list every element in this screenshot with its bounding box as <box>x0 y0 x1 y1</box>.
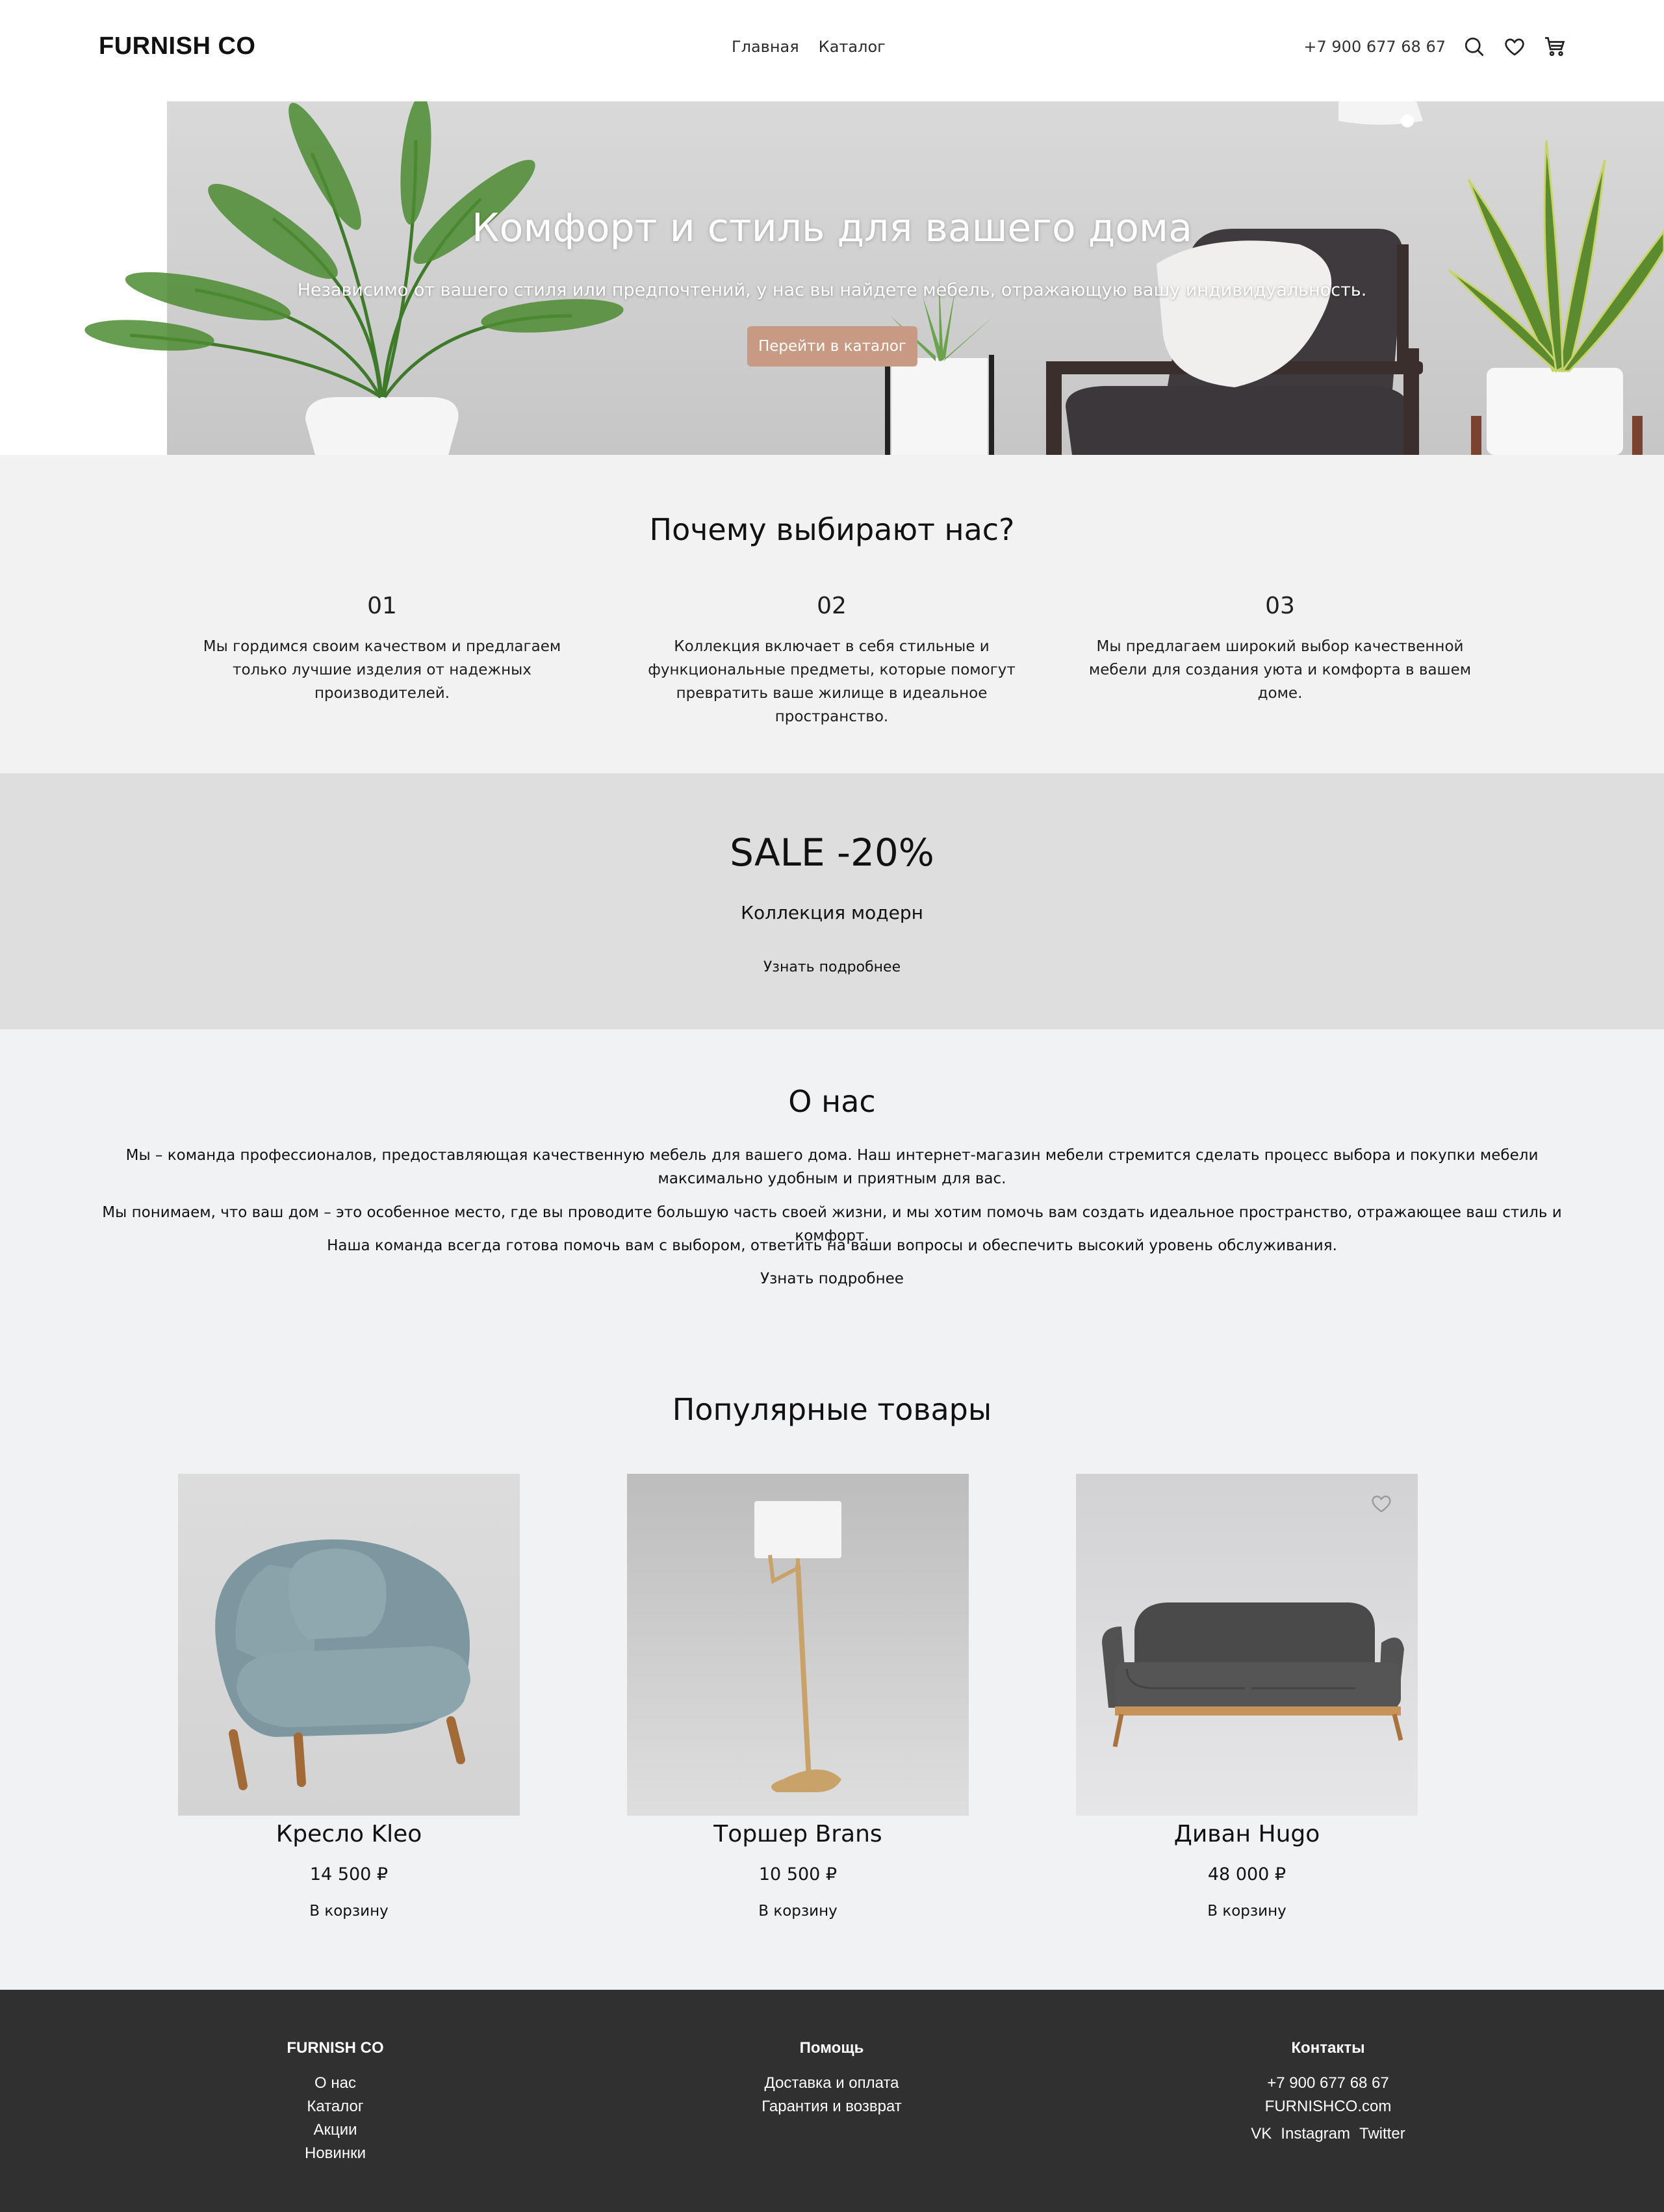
about-paragraph: Мы – команда профессионалов, предоставля… <box>125 1147 1539 1187</box>
feature-number: 03 <box>1265 593 1295 619</box>
popular-section: Популярные товары Кресло Kleo 14 500 ₽ В… <box>0 1315 1664 1990</box>
feature-text: Мы гордимся своим качеством и предлагаем… <box>203 638 561 702</box>
social-vk[interactable]: VK <box>1251 2125 1272 2143</box>
footer-link-warranty[interactable]: Гарантия и возврат <box>695 2095 968 2118</box>
feature-1: 01 Мы гордимся своим качеством и предлаг… <box>181 593 583 705</box>
social-twitter[interactable]: Twitter <box>1359 2125 1405 2143</box>
sale-more-link[interactable]: Узнать подробнее <box>0 959 1664 975</box>
product-image[interactable] <box>1076 1474 1418 1816</box>
hero-illustration <box>84 101 1664 455</box>
product-name[interactable]: Торшер Brans <box>627 1821 969 1847</box>
site-header: FURNISH CO Главная Каталог +7 900 677 68… <box>0 0 1664 101</box>
hero-banner: Комфорт и стиль для вашего дома Независи… <box>0 101 1664 455</box>
feature-text: Коллекция включает в себя стильные и фун… <box>648 638 1016 725</box>
header-actions: +7 900 677 68 67 <box>1303 35 1567 58</box>
product-card[interactable]: Кресло Kleo 14 500 ₽ В корзину <box>178 1474 520 1920</box>
footer-link-about[interactable]: О нас <box>199 2072 472 2095</box>
add-to-cart-button[interactable]: В корзину <box>1076 1903 1418 1920</box>
footer-help-column: Помощь Доставка и оплата Гарантия и возв… <box>695 2039 968 2118</box>
cart-icon[interactable] <box>1543 35 1567 58</box>
footer-contacts-title: Контакты <box>1291 2039 1365 2057</box>
feature-3: 03 Мы предлагаем широкий выбор качествен… <box>1079 593 1481 705</box>
footer-site[interactable]: FURNISHCO.com <box>1192 2095 1465 2118</box>
product-name[interactable]: Диван Hugo <box>1076 1821 1418 1847</box>
hero-title: Комфорт и стиль для вашего дома <box>472 205 1192 251</box>
product-image[interactable] <box>178 1474 520 1816</box>
product-name[interactable]: Кресло Kleo <box>178 1821 520 1847</box>
popular-title: Популярные товары <box>672 1392 992 1427</box>
product-price: 10 500 ₽ <box>758 1864 838 1884</box>
footer-link-new[interactable]: Новинки <box>199 2142 472 2165</box>
site-footer: FURNISH CO О нас Каталог Акции Новинки П… <box>0 1990 1664 2212</box>
footer-brand-title: FURNISH CO <box>287 2039 384 2057</box>
about-section: О нас Мы – команда профессионалов, предо… <box>0 1029 1664 1315</box>
why-title: Почему выбирают нас? <box>649 512 1015 547</box>
footer-help-title: Помощь <box>799 2039 864 2057</box>
nav-catalog[interactable]: Каталог <box>819 38 886 56</box>
product-card[interactable]: Диван Hugo 48 000 ₽ В корзину <box>1076 1474 1418 1920</box>
about-paragraph: Наша команда всегда готова помочь вам с … <box>327 1237 1337 1254</box>
sale-title: SALE -20% <box>730 830 934 875</box>
main-nav: Главная Каталог <box>732 38 886 56</box>
catalog-button[interactable]: Перейти в каталог <box>747 326 917 367</box>
feature-number: 01 <box>367 593 397 619</box>
feature-2: 02 Коллекция включает в себя стильные и … <box>630 593 1033 728</box>
footer-contacts-column: Контакты +7 900 677 68 67 FURNISHCO.com … <box>1192 2039 1465 2143</box>
footer-link-catalog[interactable]: Каталог <box>199 2095 472 2118</box>
sale-banner: SALE -20% Коллекция модерн Узнать подроб… <box>0 773 1664 1029</box>
header-phone[interactable]: +7 900 677 68 67 <box>1303 38 1446 56</box>
about-title: О нас <box>788 1084 876 1119</box>
product-image[interactable] <box>627 1474 969 1816</box>
footer-link-sales[interactable]: Акции <box>199 2118 472 2142</box>
about-more-link[interactable]: Узнать подробнее <box>97 1267 1567 1291</box>
feature-text: Мы предлагаем широкий выбор качественной… <box>1088 638 1472 702</box>
product-price: 48 000 ₽ <box>1207 1864 1286 1884</box>
nav-home[interactable]: Главная <box>732 38 799 56</box>
sale-subtitle: Коллекция модерн <box>741 902 923 923</box>
add-to-cart-button[interactable]: В корзину <box>627 1903 969 1920</box>
product-price: 14 500 ₽ <box>309 1864 389 1884</box>
footer-brand-column: FURNISH CO О нас Каталог Акции Новинки <box>199 2039 472 2165</box>
logo[interactable]: FURNISH CO <box>99 32 255 60</box>
add-to-cart-button[interactable]: В корзину <box>178 1903 520 1920</box>
favorite-icon[interactable] <box>1370 1492 1393 1515</box>
footer-link-delivery[interactable]: Доставка и оплата <box>695 2072 968 2095</box>
search-icon[interactable] <box>1463 35 1486 58</box>
heart-icon[interactable] <box>1503 35 1526 58</box>
footer-phone[interactable]: +7 900 677 68 67 <box>1192 2072 1465 2095</box>
feature-number: 02 <box>817 593 847 619</box>
hero-subtitle: Независимо от вашего стиля или предпочте… <box>297 280 1367 300</box>
product-card[interactable]: Торшер Brans 10 500 ₽ В корзину <box>627 1474 969 1920</box>
social-instagram[interactable]: Instagram <box>1281 2125 1350 2143</box>
social-links: VK Instagram Twitter <box>1192 2125 1465 2143</box>
why-section: Почему выбирают нас? 01 Мы гордимся свои… <box>0 455 1664 773</box>
